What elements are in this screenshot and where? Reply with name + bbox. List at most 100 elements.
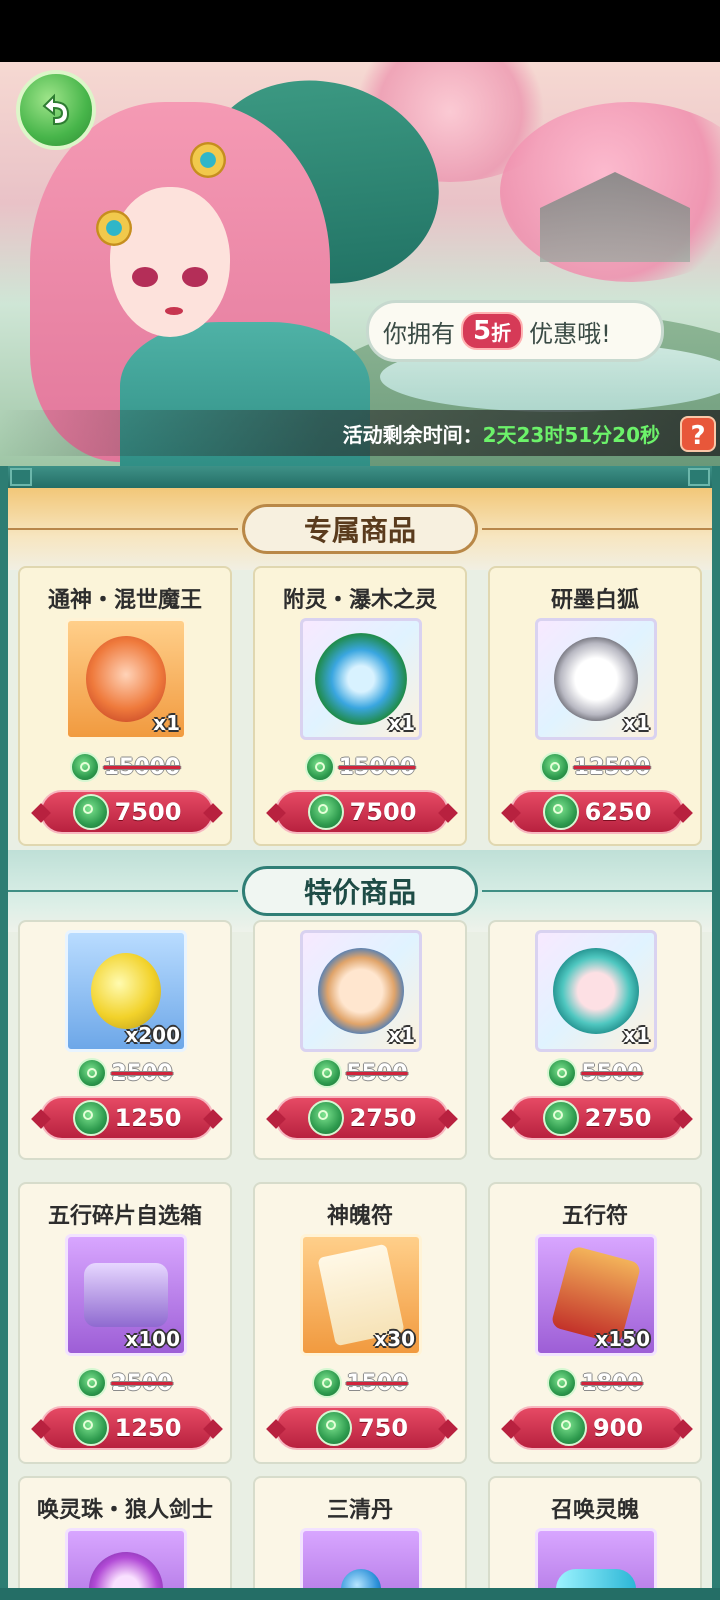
product-card[interactable]: 三清丹 bbox=[253, 1476, 467, 1588]
jade-coin-icon bbox=[77, 1058, 108, 1088]
jade-coin-icon bbox=[550, 1410, 587, 1446]
buy-button[interactable]: 900 bbox=[510, 1406, 684, 1450]
timer-value: 2天23时51分20秒 bbox=[482, 422, 660, 447]
price-value: 7500 bbox=[349, 798, 417, 826]
product-card[interactable]: x1 5500 2750 bbox=[253, 920, 467, 1160]
buy-button[interactable]: 750 bbox=[275, 1406, 449, 1450]
product-image bbox=[65, 1528, 187, 1588]
product-image: x1 bbox=[65, 618, 187, 740]
status-bar bbox=[0, 0, 720, 62]
exclusive-section-title: 专属商品 bbox=[242, 504, 478, 554]
buy-button[interactable]: 1250 bbox=[40, 1406, 214, 1450]
product-name: 通神・混世魔王 bbox=[47, 588, 202, 613]
product-name: 唤灵珠・狼人剑士 bbox=[36, 1498, 213, 1523]
timer-label: 活动剩余时间： bbox=[342, 422, 483, 447]
frame-stud bbox=[688, 468, 710, 486]
product-card[interactable]: x200 2500 1250 bbox=[18, 920, 232, 1160]
jade-coin-icon bbox=[307, 1100, 344, 1136]
character-lips bbox=[165, 307, 183, 315]
product-image: x200 bbox=[65, 930, 187, 1052]
product-card[interactable]: 五行符 x150 1800 900 bbox=[488, 1182, 702, 1464]
product-image: x150 bbox=[535, 1234, 657, 1356]
buy-button[interactable]: 7500 bbox=[275, 790, 449, 834]
product-image: x1 bbox=[535, 930, 657, 1052]
product-name: 五行符 bbox=[561, 1204, 628, 1229]
original-price-value: 2500 bbox=[111, 1370, 173, 1396]
frame-stud bbox=[10, 468, 32, 486]
product-card[interactable]: 附灵・瀑木之灵 x1 15000 7500 bbox=[253, 566, 467, 846]
product-name: 神魄符 bbox=[326, 1204, 393, 1229]
product-image: x100 bbox=[65, 1234, 187, 1356]
product-card[interactable]: 五行碎片自选箱 x100 2500 1250 bbox=[18, 1182, 232, 1464]
hair-flower bbox=[96, 210, 132, 246]
product-qty: x1 bbox=[388, 1023, 415, 1047]
product-name: 附灵・瀑木之灵 bbox=[282, 588, 437, 613]
original-price: 15000 bbox=[255, 752, 465, 782]
help-button[interactable]: ? bbox=[680, 416, 716, 452]
jade-coin-icon bbox=[69, 752, 100, 782]
product-card[interactable]: 召唤灵魄 bbox=[488, 1476, 702, 1588]
price-value: 900 bbox=[592, 1414, 644, 1442]
frame-side bbox=[712, 466, 720, 1590]
jade-coin-icon bbox=[72, 1410, 109, 1446]
original-price: 2500 bbox=[20, 1368, 230, 1398]
jade-coin-icon bbox=[307, 794, 344, 830]
character-eye bbox=[182, 267, 208, 287]
original-price: 5500 bbox=[255, 1058, 465, 1088]
original-price: 15000 bbox=[20, 752, 230, 782]
product-qty: x1 bbox=[388, 711, 415, 735]
discount-bubble: 你拥有 5 折 优惠哦! bbox=[366, 300, 664, 362]
product-image: x1 bbox=[300, 618, 422, 740]
product-card[interactable]: 研墨白狐 x1 12500 6250 bbox=[488, 566, 702, 846]
golden-fruit-art bbox=[91, 953, 161, 1029]
shop-frame-top bbox=[0, 466, 720, 488]
product-qty: x150 bbox=[595, 1327, 650, 1351]
product-card[interactable]: x1 5500 2750 bbox=[488, 920, 702, 1160]
price-value: 1250 bbox=[114, 1414, 182, 1442]
original-price: 1500 bbox=[255, 1368, 465, 1398]
product-image bbox=[535, 1528, 657, 1588]
jade-coin-icon bbox=[547, 1368, 578, 1398]
product-name: 五行碎片自选箱 bbox=[47, 1204, 202, 1229]
jade-coin-icon bbox=[312, 1058, 343, 1088]
hero-portrait bbox=[318, 948, 404, 1034]
special-section-title: 特价商品 bbox=[242, 866, 478, 916]
product-card[interactable]: 通神・混世魔王 x1 15000 7500 bbox=[18, 566, 232, 846]
product-qty: x100 bbox=[125, 1327, 180, 1351]
original-price: 12500 bbox=[490, 752, 700, 782]
jade-coin-icon bbox=[542, 1100, 579, 1136]
product-card[interactable]: 唤灵珠・狼人剑士 bbox=[18, 1476, 232, 1588]
bubble-suffix: 优惠哦! bbox=[529, 319, 611, 348]
chest-art bbox=[84, 1263, 168, 1327]
original-price-value: 5500 bbox=[581, 1060, 643, 1086]
pill-art bbox=[341, 1569, 381, 1588]
buy-button[interactable]: 1250 bbox=[40, 1096, 214, 1140]
price-value: 750 bbox=[357, 1414, 409, 1442]
original-price: 1800 bbox=[490, 1368, 700, 1398]
buy-button[interactable]: 2750 bbox=[510, 1096, 684, 1140]
jade-coin-icon bbox=[542, 794, 579, 830]
event-timer: 活动剩余时间： 2天23时51分20秒 bbox=[0, 410, 720, 456]
bubble-prefix: 你拥有 bbox=[383, 319, 455, 348]
original-price-value: 1800 bbox=[581, 1370, 643, 1396]
original-price: 2500 bbox=[20, 1058, 230, 1088]
price-value: 6250 bbox=[584, 798, 652, 826]
back-arrow-icon bbox=[42, 93, 70, 125]
header-line bbox=[8, 528, 238, 530]
buy-button[interactable]: 7500 bbox=[40, 790, 214, 834]
shop-panel: 专属商品 通神・混世魔王 x1 15000 7500 附灵・瀑木之灵 x1 15… bbox=[8, 488, 712, 1588]
price-value: 1250 bbox=[114, 1104, 182, 1132]
header-line bbox=[482, 528, 712, 530]
back-button[interactable] bbox=[16, 70, 96, 150]
original-price-value: 15000 bbox=[103, 754, 181, 780]
jade-coin-icon bbox=[77, 1368, 108, 1398]
buy-button[interactable]: 2750 bbox=[275, 1096, 449, 1140]
product-card[interactable]: 神魄符 x30 1500 750 bbox=[253, 1182, 467, 1464]
hair-flower bbox=[190, 142, 226, 178]
discount-unit: 折 bbox=[491, 320, 512, 345]
jade-coin-icon bbox=[72, 794, 109, 830]
buy-button[interactable]: 6250 bbox=[510, 790, 684, 834]
product-image: x1 bbox=[300, 930, 422, 1052]
hero-portrait bbox=[553, 948, 639, 1034]
product-qty: x1 bbox=[623, 1023, 650, 1047]
